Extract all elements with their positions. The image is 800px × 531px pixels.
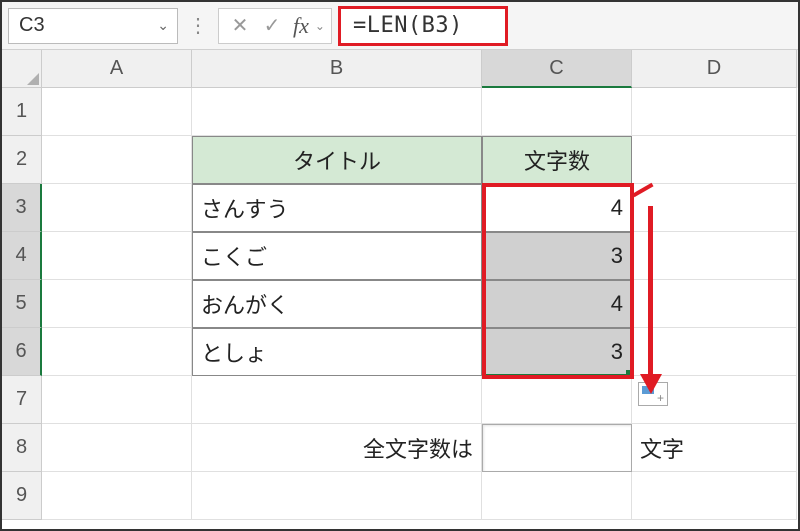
cell-B4[interactable]: こくご bbox=[192, 232, 482, 280]
cell-A8[interactable] bbox=[42, 424, 192, 472]
cell-C3[interactable]: 4 bbox=[482, 184, 632, 232]
confirm-icon[interactable]: ✓ bbox=[257, 13, 287, 38]
cell-B1[interactable] bbox=[192, 88, 482, 136]
row-header-5[interactable]: 5 bbox=[2, 280, 42, 328]
table-row: としょ 3 bbox=[42, 328, 797, 376]
fx-label[interactable]: fx bbox=[289, 13, 313, 39]
row-header-8[interactable]: 8 bbox=[2, 424, 42, 472]
cell-A9[interactable] bbox=[42, 472, 192, 520]
name-box-value: C3 bbox=[19, 14, 45, 37]
cell-D6[interactable] bbox=[632, 328, 797, 376]
cell-A3[interactable] bbox=[42, 184, 192, 232]
cell-B6[interactable]: としょ bbox=[192, 328, 482, 376]
row-header-3[interactable]: 3 bbox=[2, 184, 42, 232]
cell-A5[interactable] bbox=[42, 280, 192, 328]
row-header-2[interactable]: 2 bbox=[2, 136, 42, 184]
column-header-A[interactable]: A bbox=[42, 50, 192, 88]
cell-B3[interactable]: さんすう bbox=[192, 184, 482, 232]
table-row: こくご 3 bbox=[42, 232, 797, 280]
table-row bbox=[42, 472, 797, 520]
formula-input[interactable]: =LEN(B3) bbox=[338, 6, 508, 46]
cell-D9[interactable] bbox=[632, 472, 797, 520]
cell-D5[interactable] bbox=[632, 280, 797, 328]
column-header-D[interactable]: D bbox=[632, 50, 797, 88]
formula-controls: ✕ ✓ fx ⌄ bbox=[218, 8, 332, 44]
cell-A7[interactable] bbox=[42, 376, 192, 424]
cell-B5[interactable]: おんがく bbox=[192, 280, 482, 328]
cell-C9[interactable] bbox=[482, 472, 632, 520]
cells-area: タイトル 文字数 さんすう 4 こくご 3 おんがく bbox=[42, 88, 797, 520]
divider-icon: ⋮ bbox=[184, 13, 212, 38]
spreadsheet-grid: A B C D 1 2 3 4 5 6 7 8 9 bbox=[2, 50, 798, 520]
cell-B8[interactable]: 全文字数は bbox=[192, 424, 482, 472]
cell-D3[interactable] bbox=[632, 184, 797, 232]
cell-C8[interactable] bbox=[482, 424, 632, 472]
formula-text: =LEN(B3) bbox=[353, 13, 463, 38]
table-row bbox=[42, 88, 797, 136]
row-header-7[interactable]: 7 bbox=[2, 376, 42, 424]
cancel-icon[interactable]: ✕ bbox=[225, 13, 255, 38]
cell-A4[interactable] bbox=[42, 232, 192, 280]
cell-B2[interactable]: タイトル bbox=[192, 136, 482, 184]
table-row: タイトル 文字数 bbox=[42, 136, 797, 184]
row-headers: 1 2 3 4 5 6 7 8 9 bbox=[2, 88, 42, 520]
cell-A2[interactable] bbox=[42, 136, 192, 184]
formula-bar: C3 ⌄ ⋮ ✕ ✓ fx ⌄ =LEN(B3) bbox=[2, 2, 798, 50]
cell-D2[interactable] bbox=[632, 136, 797, 184]
table-row: さんすう 4 bbox=[42, 184, 797, 232]
table-row: 全文字数は 文字 bbox=[42, 424, 797, 472]
cell-D4[interactable] bbox=[632, 232, 797, 280]
cell-C2[interactable]: 文字数 bbox=[482, 136, 632, 184]
cell-C1[interactable] bbox=[482, 88, 632, 136]
column-header-B[interactable]: B bbox=[192, 50, 482, 88]
cell-B9[interactable] bbox=[192, 472, 482, 520]
chevron-down-icon[interactable]: ⌄ bbox=[315, 19, 325, 33]
row-header-4[interactable]: 4 bbox=[2, 232, 42, 280]
row-header-9[interactable]: 9 bbox=[2, 472, 42, 520]
cell-A1[interactable] bbox=[42, 88, 192, 136]
cell-D8[interactable]: 文字 bbox=[632, 424, 797, 472]
cell-D1[interactable] bbox=[632, 88, 797, 136]
column-header-C[interactable]: C bbox=[482, 50, 632, 88]
cell-B7[interactable] bbox=[192, 376, 482, 424]
table-row bbox=[42, 376, 797, 424]
table-row: おんがく 4 bbox=[42, 280, 797, 328]
row-header-1[interactable]: 1 bbox=[2, 88, 42, 136]
column-headers: A B C D bbox=[2, 50, 798, 88]
cell-A6[interactable] bbox=[42, 328, 192, 376]
select-all-corner[interactable] bbox=[2, 50, 42, 88]
cell-C4[interactable]: 3 bbox=[482, 232, 632, 280]
autofill-options-icon[interactable] bbox=[638, 382, 668, 406]
name-box[interactable]: C3 ⌄ bbox=[8, 8, 178, 44]
cell-C6[interactable]: 3 bbox=[482, 328, 632, 376]
row-header-6[interactable]: 6 bbox=[2, 328, 42, 376]
chevron-down-icon[interactable]: ⌄ bbox=[157, 17, 169, 34]
cell-C7[interactable] bbox=[482, 376, 632, 424]
cell-C5[interactable]: 4 bbox=[482, 280, 632, 328]
